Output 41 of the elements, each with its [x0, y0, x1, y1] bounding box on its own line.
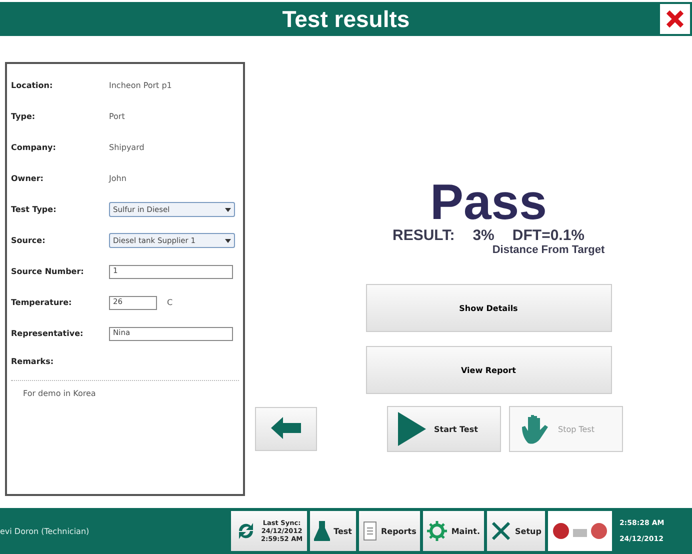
dft-value: DFT=0.1% [512, 227, 585, 244]
test-button[interactable]: Start Test [387, 406, 501, 452]
caret-icon [225, 208, 231, 212]
field-label: Temperature: [11, 298, 73, 307]
nav-button[interactable]: Setup [487, 511, 546, 551]
field-label: Representative: [11, 329, 84, 338]
user-name: evi Doron (Technician) [0, 526, 90, 536]
field-value: Shipyard [109, 143, 144, 152]
field-label: Source Number: [11, 267, 85, 276]
verdict-text: Pass [430, 177, 547, 227]
field-label: Location: [11, 81, 54, 90]
document-icon [362, 521, 377, 541]
nav-button[interactable]: Test [310, 511, 356, 551]
field-value: Incheon Port p1 [109, 81, 172, 90]
nav-button[interactable]: Reports [358, 511, 420, 551]
field-label: Company: [11, 143, 57, 152]
caret-icon [225, 238, 231, 242]
gear-icon [427, 521, 448, 541]
close-button[interactable] [660, 4, 690, 34]
field-label: Source: [11, 236, 46, 245]
remarks-field[interactable]: For demo in Korea [11, 380, 239, 488]
flask-icon [314, 521, 330, 541]
field-label: Remarks: [11, 357, 55, 366]
field-value: Port [109, 112, 125, 121]
result-label: RESULT: [392, 227, 455, 244]
arrow-left-icon [271, 416, 301, 438]
field-label: Test Type: [11, 205, 58, 214]
nav-button[interactable]: Maint. [423, 511, 484, 551]
field-label: Owner: [11, 174, 44, 183]
action-button[interactable]: Show Details [366, 284, 612, 332]
close-icon [665, 9, 685, 29]
dft-caption: Distance From Target [492, 244, 605, 256]
unit-label: C [167, 298, 173, 307]
action-button[interactable]: View Report [366, 346, 612, 394]
window-title: Test results [282, 6, 410, 32]
hand-icon [520, 413, 550, 445]
result-value: 3% [472, 227, 494, 244]
field-label: Type: [11, 112, 36, 121]
field-value: John [109, 174, 126, 183]
back-button[interactable] [255, 407, 317, 451]
play-icon [398, 412, 426, 446]
